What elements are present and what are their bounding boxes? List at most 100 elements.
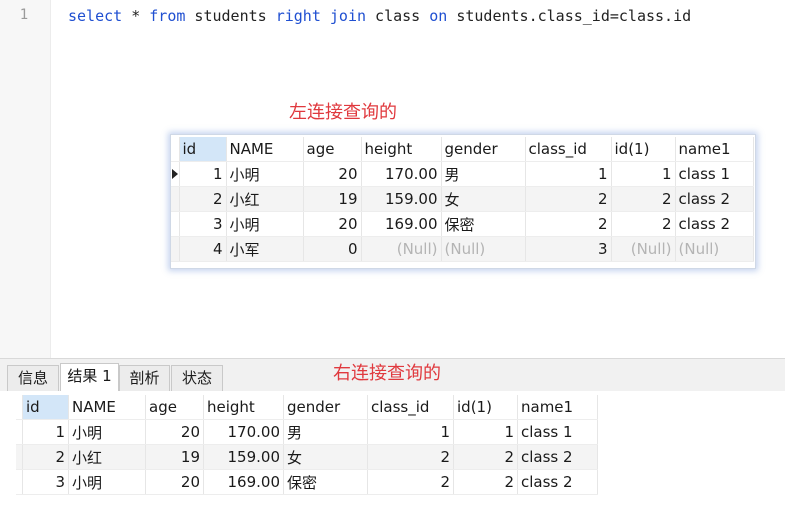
cell-gender[interactable]: (Null) — [441, 236, 526, 262]
cell-height[interactable]: 169.00 — [203, 469, 284, 495]
row-indicator — [16, 444, 23, 470]
cell-class-id[interactable]: 2 — [525, 186, 612, 212]
cell-name[interactable]: 小明 — [68, 419, 146, 445]
cell-age[interactable]: 20 — [303, 161, 362, 187]
column-header-name1[interactable]: name1 — [517, 395, 598, 420]
cell-name[interactable]: 小军 — [226, 236, 304, 262]
cell-age[interactable]: 20 — [145, 469, 204, 495]
column-header-id-1[interactable]: id(1) — [611, 137, 676, 162]
cell-name1[interactable]: class 1 — [517, 419, 598, 445]
keyword-on: on — [429, 7, 448, 25]
cell-age[interactable]: 0 — [303, 236, 362, 262]
grid-header-row: id NAME age height gender class_id id(1)… — [16, 395, 598, 420]
table-row[interactable]: 1 小明 20 170.00 男 1 1 class 1 — [16, 419, 598, 445]
column-header-name[interactable]: NAME — [68, 395, 146, 420]
cell-class-id[interactable]: 1 — [525, 161, 612, 187]
cell-age[interactable]: 20 — [145, 419, 204, 445]
cell-height[interactable]: 170.00 — [361, 161, 442, 187]
tab-profile[interactable]: 剖析 — [119, 365, 170, 391]
table-row[interactable]: 2 小红 19 159.00 女 2 2 class 2 — [171, 186, 754, 212]
row-indicator — [16, 469, 23, 495]
column-header-id[interactable]: id — [179, 137, 227, 162]
column-header-id-1[interactable]: id(1) — [453, 395, 518, 420]
cell-id-1[interactable]: 2 — [611, 211, 676, 237]
cell-gender[interactable]: 女 — [283, 444, 368, 470]
cell-gender[interactable]: 男 — [441, 161, 526, 187]
cell-gender[interactable]: 保密 — [283, 469, 368, 495]
tab-result-1[interactable]: 结果 1 — [60, 363, 119, 392]
cell-class-id[interactable]: 1 — [367, 419, 454, 445]
cell-class-id[interactable]: 3 — [525, 236, 612, 262]
row-indicator-header — [171, 137, 180, 162]
table-row[interactable]: 3 小明 20 169.00 保密 2 2 class 2 — [171, 211, 754, 237]
cell-name1[interactable]: (Null) — [675, 236, 754, 262]
left-join-result-popup: id NAME age height gender class_id id(1)… — [170, 134, 756, 269]
tab-info[interactable]: 信息 — [7, 365, 59, 391]
tab-status[interactable]: 状态 — [171, 365, 223, 391]
cell-id[interactable]: 1 — [22, 419, 69, 445]
cell-gender[interactable]: 女 — [441, 186, 526, 212]
cell-name1[interactable]: class 2 — [517, 444, 598, 470]
cell-height[interactable]: 170.00 — [203, 419, 284, 445]
cell-name1[interactable]: class 1 — [675, 161, 754, 187]
left-join-result-grid: id NAME age height gender class_id id(1)… — [171, 137, 754, 262]
cell-age[interactable]: 19 — [303, 186, 362, 212]
cell-height[interactable]: 159.00 — [203, 444, 284, 470]
cell-id[interactable]: 1 — [179, 161, 227, 187]
row-indicator — [171, 211, 180, 237]
keyword-right: right — [275, 7, 321, 25]
column-header-height[interactable]: height — [203, 395, 284, 420]
cell-class-id[interactable]: 2 — [525, 211, 612, 237]
cell-height[interactable]: 169.00 — [361, 211, 442, 237]
cell-name[interactable]: 小红 — [68, 444, 146, 470]
column-header-gender[interactable]: gender — [441, 137, 526, 162]
cell-id[interactable]: 3 — [22, 469, 69, 495]
right-join-result-grid: id NAME age height gender class_id id(1)… — [16, 395, 598, 495]
left-join-annotation: 左连接查询的 — [289, 102, 397, 123]
column-header-id[interactable]: id — [22, 395, 69, 420]
column-header-name1[interactable]: name1 — [675, 137, 754, 162]
sql-token: * — [122, 7, 150, 25]
cell-id[interactable]: 4 — [179, 236, 227, 262]
cell-id-1[interactable]: 2 — [611, 186, 676, 212]
sql-query-line[interactable]: select * from students right join class … — [68, 7, 691, 25]
cell-height[interactable]: 159.00 — [361, 186, 442, 212]
column-header-class-id[interactable]: class_id — [367, 395, 454, 420]
cell-height[interactable]: (Null) — [361, 236, 442, 262]
right-join-annotation: 右连接查询的 — [333, 363, 441, 384]
cell-id-1[interactable]: 1 — [453, 419, 518, 445]
cell-name1[interactable]: class 2 — [517, 469, 598, 495]
sql-editor[interactable]: 1 select * from students right join clas… — [0, 0, 785, 358]
cell-name[interactable]: 小明 — [226, 211, 304, 237]
cell-id[interactable]: 2 — [179, 186, 227, 212]
column-header-height[interactable]: height — [361, 137, 442, 162]
cell-gender[interactable]: 男 — [283, 419, 368, 445]
cell-name[interactable]: 小明 — [226, 161, 304, 187]
column-header-age[interactable]: age — [145, 395, 204, 420]
table-row[interactable]: 4 小军 0 (Null) (Null) 3 (Null) (Null) — [171, 236, 754, 262]
cell-id[interactable]: 2 — [22, 444, 69, 470]
table-row[interactable]: 2 小红 19 159.00 女 2 2 class 2 — [16, 444, 598, 470]
cell-gender[interactable]: 保密 — [441, 211, 526, 237]
cell-id-1[interactable]: 1 — [611, 161, 676, 187]
column-header-name[interactable]: NAME — [226, 137, 304, 162]
cell-name1[interactable]: class 2 — [675, 211, 754, 237]
cell-id-1[interactable]: (Null) — [611, 236, 676, 262]
cell-age[interactable]: 20 — [303, 211, 362, 237]
cell-name1[interactable]: class 2 — [675, 186, 754, 212]
column-header-class-id[interactable]: class_id — [525, 137, 612, 162]
table-row[interactable]: 1 小明 20 170.00 男 1 1 class 1 — [171, 161, 754, 187]
cell-name[interactable]: 小红 — [226, 186, 304, 212]
cell-id[interactable]: 3 — [179, 211, 227, 237]
cell-age[interactable]: 19 — [145, 444, 204, 470]
row-indicator — [171, 186, 180, 212]
table-row[interactable]: 3 小明 20 169.00 保密 2 2 class 2 — [16, 469, 598, 495]
column-header-age[interactable]: age — [303, 137, 362, 162]
cell-class-id[interactable]: 2 — [367, 444, 454, 470]
cell-id-1[interactable]: 2 — [453, 444, 518, 470]
column-header-gender[interactable]: gender — [283, 395, 368, 420]
cell-class-id[interactable]: 2 — [367, 469, 454, 495]
cell-name[interactable]: 小明 — [68, 469, 146, 495]
cell-id-1[interactable]: 2 — [453, 469, 518, 495]
sql-token: students.class_id=class.id — [447, 7, 692, 25]
